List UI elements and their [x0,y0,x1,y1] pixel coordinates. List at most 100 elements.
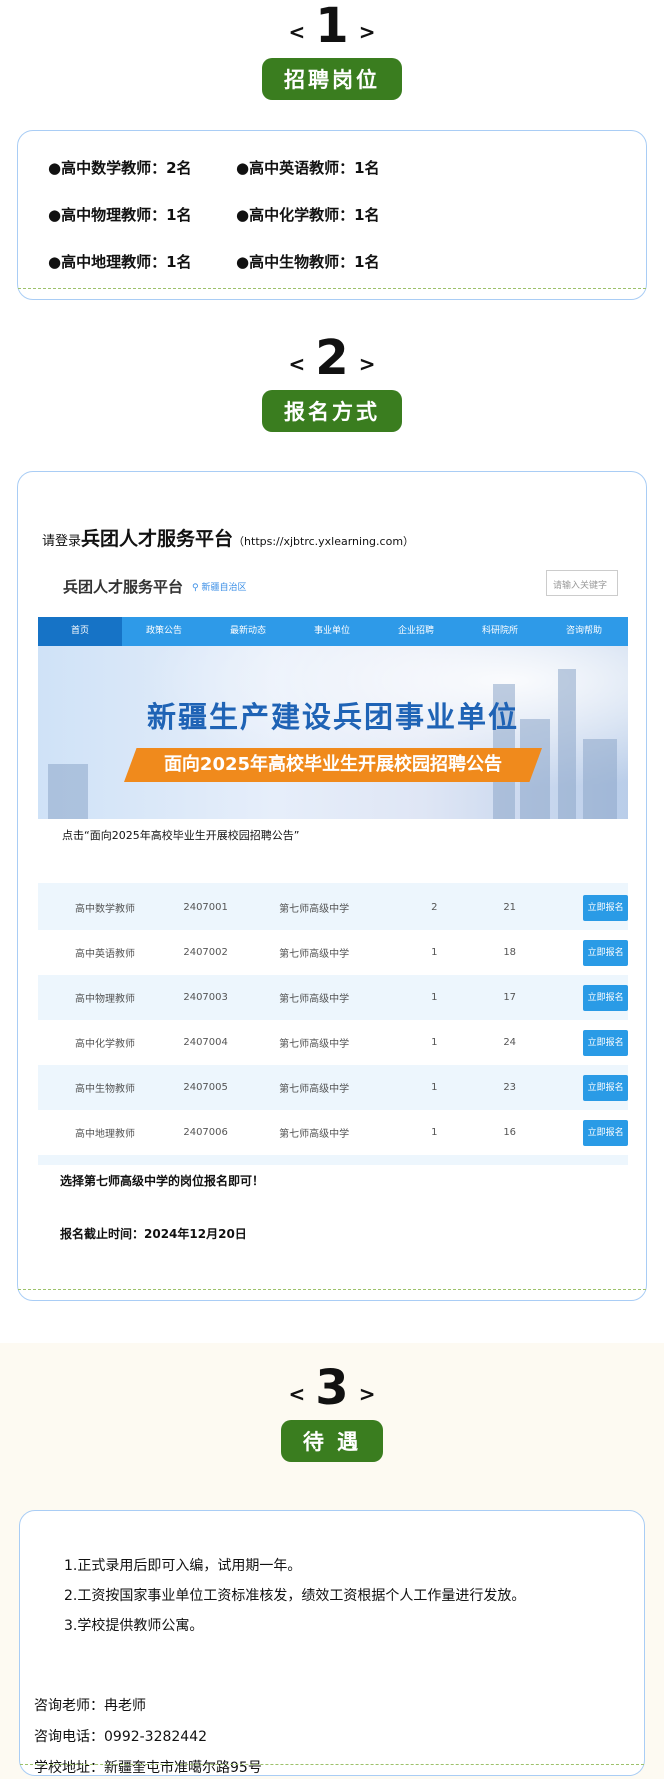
position-item: ●高中物理教师：1名 [48,206,192,224]
cell-applied: 18 [503,947,517,958]
cell-unit: 第七师高级中学 [279,949,350,960]
section2-number-row: < 2 > [0,332,664,382]
banner-title: 新疆生产建设兵团事业单位 [146,700,519,734]
table-row: 高中生物教师 2407005 第七师高级中学 1 23 立即报名 [38,1065,628,1110]
apply-button[interactable]: 立即报名 [583,894,628,921]
cell-applied: 17 [503,992,517,1003]
table-row: 高中地理教师 2407006 第七师高级中学 1 16 立即报名 [38,1110,628,1155]
section3-header: < 3 > 待 遇 [0,1362,664,1462]
left-angle: < [288,1382,306,1406]
cell-post: 高中英语教师 [75,949,135,960]
left-angle: < [288,20,306,44]
click-instruction: 点击“面向2025年高校毕业生开展校园招聘公告” [62,829,300,842]
section3-number-row: < 3 > [0,1362,664,1412]
cell-applied: 24 [503,1037,517,1048]
dashed-divider [20,1764,644,1765]
registration-intro: 请登录兵团人才服务平台（https://xjbtrc.yxlearning.co… [42,524,414,551]
cell-code: 2407006 [183,1127,228,1138]
benefit-item: 2.工资按国家事业单位工资标准核发，绩效工资根据个人工作量进行发放。 [64,1588,526,1604]
cell-unit: 第七师高级中学 [279,1039,350,1050]
contact-teacher: 咨询老师：冉老师 [34,1698,146,1714]
banner-building [583,739,617,819]
benefits-card: 1.正式录用后即可入编，试用期一年。 2.工资按国家事业单位工资标准核发，绩效工… [19,1510,645,1776]
cell-num: 2 [431,902,438,913]
section3-badge: 待 遇 [280,1420,384,1462]
screenshot-search-input: 请输入关键字 [546,570,618,596]
platform-url[interactable]: （https://xjbtrc.yxlearning.com） [233,535,414,548]
position-item: ●高中化学教师：1名 [236,206,380,224]
cell-post: 高中物理教师 [75,994,135,1005]
apply-button[interactable]: 立即报名 [583,939,628,966]
benefits-list: 1.正式录用后即可入编，试用期一年。 2.工资按国家事业单位工资标准核发，绩效工… [64,1551,525,1641]
page: < 1 > 招聘岗位 ●高中数学教师：2名 ●高中英语教师：1名 ●高中物理教师… [0,0,664,1779]
apply-button[interactable]: 立即报名 [583,1074,628,1101]
section1-badge: 招聘岗位 [262,58,402,100]
table-row: 高中英语教师 2407002 第七师高级中学 1 18 立即报名 [38,930,628,975]
positions-table: 高中数学教师 2407001 第七师高级中学 2 21 立即报名 高中英语教师 … [38,883,628,1157]
section1-number: 1 [315,0,349,54]
platform-screenshot: 兵团人才服务平台 ⚲ 新疆自治区 请输入关键字 首页 政策公告 最新动态 事业单… [38,562,628,1165]
right-angle: > [358,1382,376,1406]
screenshot-region: 新疆自治区 [201,583,247,593]
banner-building [558,669,576,819]
cell-post: 高中生物教师 [75,1084,135,1095]
right-angle: > [358,20,376,44]
nav-item-news: 最新动态 [229,626,266,636]
location-pin-icon: ⚲ 新疆自治区 [192,583,247,593]
section2-number: 2 [315,330,349,386]
announcement-banner: 新疆生产建设兵团事业单位 面向2025年高校毕业生开展校园招聘公告 [38,646,628,819]
nav-item-enterprise: 企业招聘 [397,626,434,636]
cell-applied: 23 [503,1082,517,1093]
dashed-divider [18,1289,646,1290]
deadline-text: 报名截止时间：2024年12月20日 [60,1227,247,1241]
intro-prefix: 请登录 [42,534,82,549]
section3-number: 3 [315,1360,349,1416]
benefit-item: 1.正式录用后即可入编，试用期一年。 [64,1558,302,1574]
section1-number-row: < 1 > [0,0,664,50]
cell-post: 高中化学教师 [75,1039,135,1050]
dashed-divider [18,288,646,289]
cell-num: 1 [431,992,438,1003]
apply-button[interactable]: 立即报名 [583,984,628,1011]
contact-info: 咨询老师：冉老师 咨询电话：0992-3282442 学校地址：新疆奎屯市准噶尔… [34,1691,262,1779]
cell-code: 2407001 [183,902,228,913]
cell-code: 2407002 [183,947,228,958]
table-row: 高中物理教师 2407003 第七师高级中学 1 17 立即报名 [38,975,628,1020]
screenshot-header: 兵团人才服务平台 ⚲ 新疆自治区 请输入关键字 [38,562,628,617]
cell-num: 1 [431,1037,438,1048]
cell-code: 2407005 [183,1082,228,1093]
section2-header: < 2 > 报名方式 [0,332,664,432]
cell-num: 1 [431,1082,438,1093]
cell-unit: 第七师高级中学 [279,1129,350,1140]
cell-post: 高中地理教师 [75,1129,135,1140]
cell-num: 1 [431,947,438,958]
banner-ribbon: 面向2025年高校毕业生开展校园招聘公告 [124,748,542,782]
nav-item-institutions: 事业单位 [313,626,350,636]
position-item: ●高中生物教师：1名 [236,253,380,271]
contact-phone: 咨询电话：0992-3282442 [34,1729,208,1745]
platform-name: 兵团人才服务平台 [81,528,234,550]
nav-item-policy: 政策公告 [145,626,182,636]
right-angle: > [358,352,376,376]
selection-note: 选择第七师高级中学的岗位报名即可！ [60,1174,265,1188]
table-row: 高中化学教师 2407004 第七师高级中学 1 24 立即报名 [38,1020,628,1065]
table-row: 高中数学教师 2407001 第七师高级中学 2 21 立即报名 [38,885,628,930]
cell-unit: 第七师高级中学 [279,1084,350,1095]
nav-item-help: 咨询帮助 [565,626,602,636]
nav-item-home: 首页 [38,617,122,646]
position-item: ●高中地理教师：1名 [48,253,192,271]
banner-building [48,764,88,819]
table-bottom-bar [38,1157,628,1165]
section1-header: < 1 > 招聘岗位 [0,0,664,100]
position-item: ●高中数学教师：2名 [48,159,192,177]
apply-button[interactable]: 立即报名 [583,1029,628,1056]
positions-card: ●高中数学教师：2名 ●高中英语教师：1名 ●高中物理教师：1名 ●高中化学教师… [17,130,647,300]
apply-button[interactable]: 立即报名 [583,1119,628,1146]
cell-num: 1 [431,1127,438,1138]
cell-unit: 第七师高级中学 [279,904,350,915]
benefit-item: 3.学校提供教师公寓。 [64,1618,204,1634]
left-angle: < [288,352,306,376]
cell-applied: 16 [503,1127,517,1138]
position-item: ●高中英语教师：1名 [236,159,380,177]
school-address: 学校地址：新疆奎屯市准噶尔路95号 [34,1760,262,1776]
